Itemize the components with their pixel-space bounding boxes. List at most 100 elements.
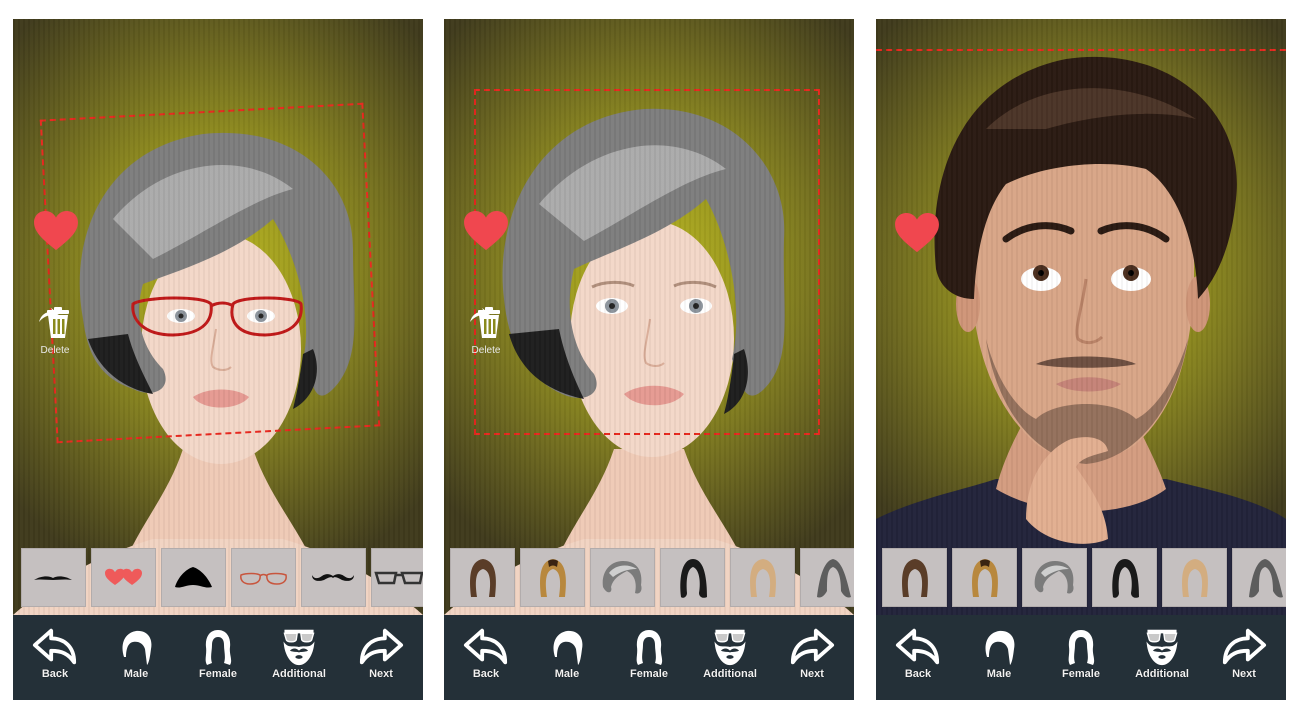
additional-button[interactable]: Additional — [259, 627, 339, 693]
back-button[interactable]: Back — [446, 627, 526, 693]
heart-icon — [894, 212, 940, 254]
thumb-black-wavy-hair[interactable] — [1092, 548, 1157, 607]
next-arrow-icon — [358, 627, 404, 667]
heart-icon — [33, 210, 79, 252]
hair-brown-icon — [902, 559, 928, 597]
delete-button[interactable]: Delete — [464, 302, 508, 356]
thumb-blonde-long-hair[interactable] — [520, 548, 585, 607]
thumb-beard[interactable] — [161, 548, 226, 607]
next-label: Next — [369, 668, 393, 680]
additional-label: Additional — [1135, 668, 1189, 680]
bottom-navigation-bar: Back Male Female Additional Next — [876, 615, 1286, 700]
hair-black-icon — [680, 559, 707, 598]
next-button[interactable]: Next — [772, 627, 852, 693]
red-glasses-icon — [240, 572, 287, 585]
thumb-gray-bob-hair[interactable] — [590, 548, 655, 607]
favorite-heart-button[interactable] — [463, 210, 509, 257]
additional-button[interactable]: Additional — [690, 627, 770, 693]
male-hair-icon — [979, 627, 1019, 667]
thumb-curled-mustache[interactable] — [301, 548, 366, 607]
hair-blonde-icon — [972, 559, 998, 597]
additional-label: Additional — [703, 668, 757, 680]
back-label: Back — [472, 668, 500, 680]
female-hair-icon — [198, 627, 238, 667]
next-button[interactable]: Next — [1204, 627, 1284, 693]
glasses-beard-icon — [708, 627, 752, 667]
female-button[interactable]: Female — [178, 627, 258, 693]
male-label: Male — [554, 668, 580, 680]
hair-blonde-icon — [540, 559, 566, 597]
thumb-light-blonde-hair[interactable] — [1162, 548, 1227, 607]
back-arrow-icon — [32, 627, 78, 667]
selection-box[interactable] — [39, 102, 381, 444]
trash-icon — [33, 302, 77, 342]
next-label: Next — [1232, 668, 1256, 680]
female-button[interactable]: Female — [1041, 627, 1121, 693]
thumb-heart-glasses[interactable] — [91, 548, 156, 607]
delete-button[interactable]: Delete — [33, 302, 77, 356]
back-arrow-icon — [463, 627, 509, 667]
thumb-blonde-long-hair[interactable] — [952, 548, 1017, 607]
hair-gray-bob-icon — [602, 561, 642, 594]
thumb-light-blonde-hair[interactable] — [730, 548, 795, 607]
glasses-beard-icon — [1140, 627, 1184, 667]
female-label: Female — [199, 668, 237, 680]
mustache-curled-icon — [312, 574, 354, 581]
hair-black-icon — [1112, 559, 1139, 598]
male-button[interactable]: Male — [959, 627, 1039, 693]
female-label: Female — [630, 668, 668, 680]
thumb-red-glasses[interactable] — [231, 548, 296, 607]
hair-gray-long-icon — [1249, 559, 1283, 598]
male-button[interactable]: Male — [527, 627, 607, 693]
heart-icon — [463, 210, 509, 252]
hair-brown-icon — [470, 559, 496, 597]
male-label: Male — [986, 668, 1012, 680]
heart-glasses-icon — [105, 568, 142, 585]
hair-thumbnail-strip[interactable] — [876, 548, 1286, 610]
selection-box[interactable] — [474, 89, 820, 435]
female-hair-icon — [629, 627, 669, 667]
female-label: Female — [1062, 668, 1100, 680]
thumb-black-wavy-hair[interactable] — [660, 548, 725, 607]
delete-label: Delete — [471, 345, 501, 356]
accessory-thumbnail-strip[interactable] — [13, 548, 423, 610]
male-label: Male — [123, 668, 149, 680]
screen-male-photo-edit: Back Male Female Additional Next — [876, 19, 1286, 700]
selection-box[interactable] — [876, 49, 1286, 615]
back-button[interactable]: Back — [878, 627, 958, 693]
male-hair-icon — [547, 627, 587, 667]
trash-icon — [464, 302, 508, 342]
hair-gray-long-icon — [817, 559, 851, 598]
next-arrow-icon — [789, 627, 835, 667]
thumb-gray-long-hair[interactable] — [1232, 548, 1286, 607]
male-button[interactable]: Male — [96, 627, 176, 693]
favorite-heart-button[interactable] — [894, 212, 940, 259]
thumb-brown-long-hair[interactable] — [450, 548, 515, 607]
thumb-brown-long-hair[interactable] — [882, 548, 947, 607]
photo-canvas[interactable] — [876, 19, 1286, 615]
next-arrow-icon — [1221, 627, 1267, 667]
black-glasses-icon — [374, 571, 423, 585]
next-label: Next — [800, 668, 824, 680]
beard-icon — [175, 567, 212, 588]
hair-light-blonde-icon — [750, 559, 776, 597]
thumb-thin-mustache[interactable] — [21, 548, 86, 607]
hair-light-blonde-icon — [1182, 559, 1208, 597]
female-button[interactable]: Female — [609, 627, 689, 693]
thumb-black-glasses[interactable] — [371, 548, 423, 607]
next-button[interactable]: Next — [341, 627, 421, 693]
mustache-thin-icon — [34, 576, 72, 580]
back-button[interactable]: Back — [15, 627, 95, 693]
additional-label: Additional — [272, 668, 326, 680]
favorite-heart-button[interactable] — [33, 210, 79, 257]
back-label: Back — [41, 668, 69, 680]
thumb-gray-long-hair[interactable] — [800, 548, 854, 607]
bottom-navigation-bar: Back Male Female Additional Next — [13, 615, 423, 700]
additional-button[interactable]: Additional — [1122, 627, 1202, 693]
hair-thumbnail-strip[interactable] — [444, 548, 854, 610]
hair-gray-bob-icon — [1034, 561, 1074, 594]
female-hair-icon — [1061, 627, 1101, 667]
back-arrow-icon — [895, 627, 941, 667]
thumb-gray-bob-hair[interactable] — [1022, 548, 1087, 607]
bottom-navigation-bar: Back Male Female Additional Next — [444, 615, 854, 700]
